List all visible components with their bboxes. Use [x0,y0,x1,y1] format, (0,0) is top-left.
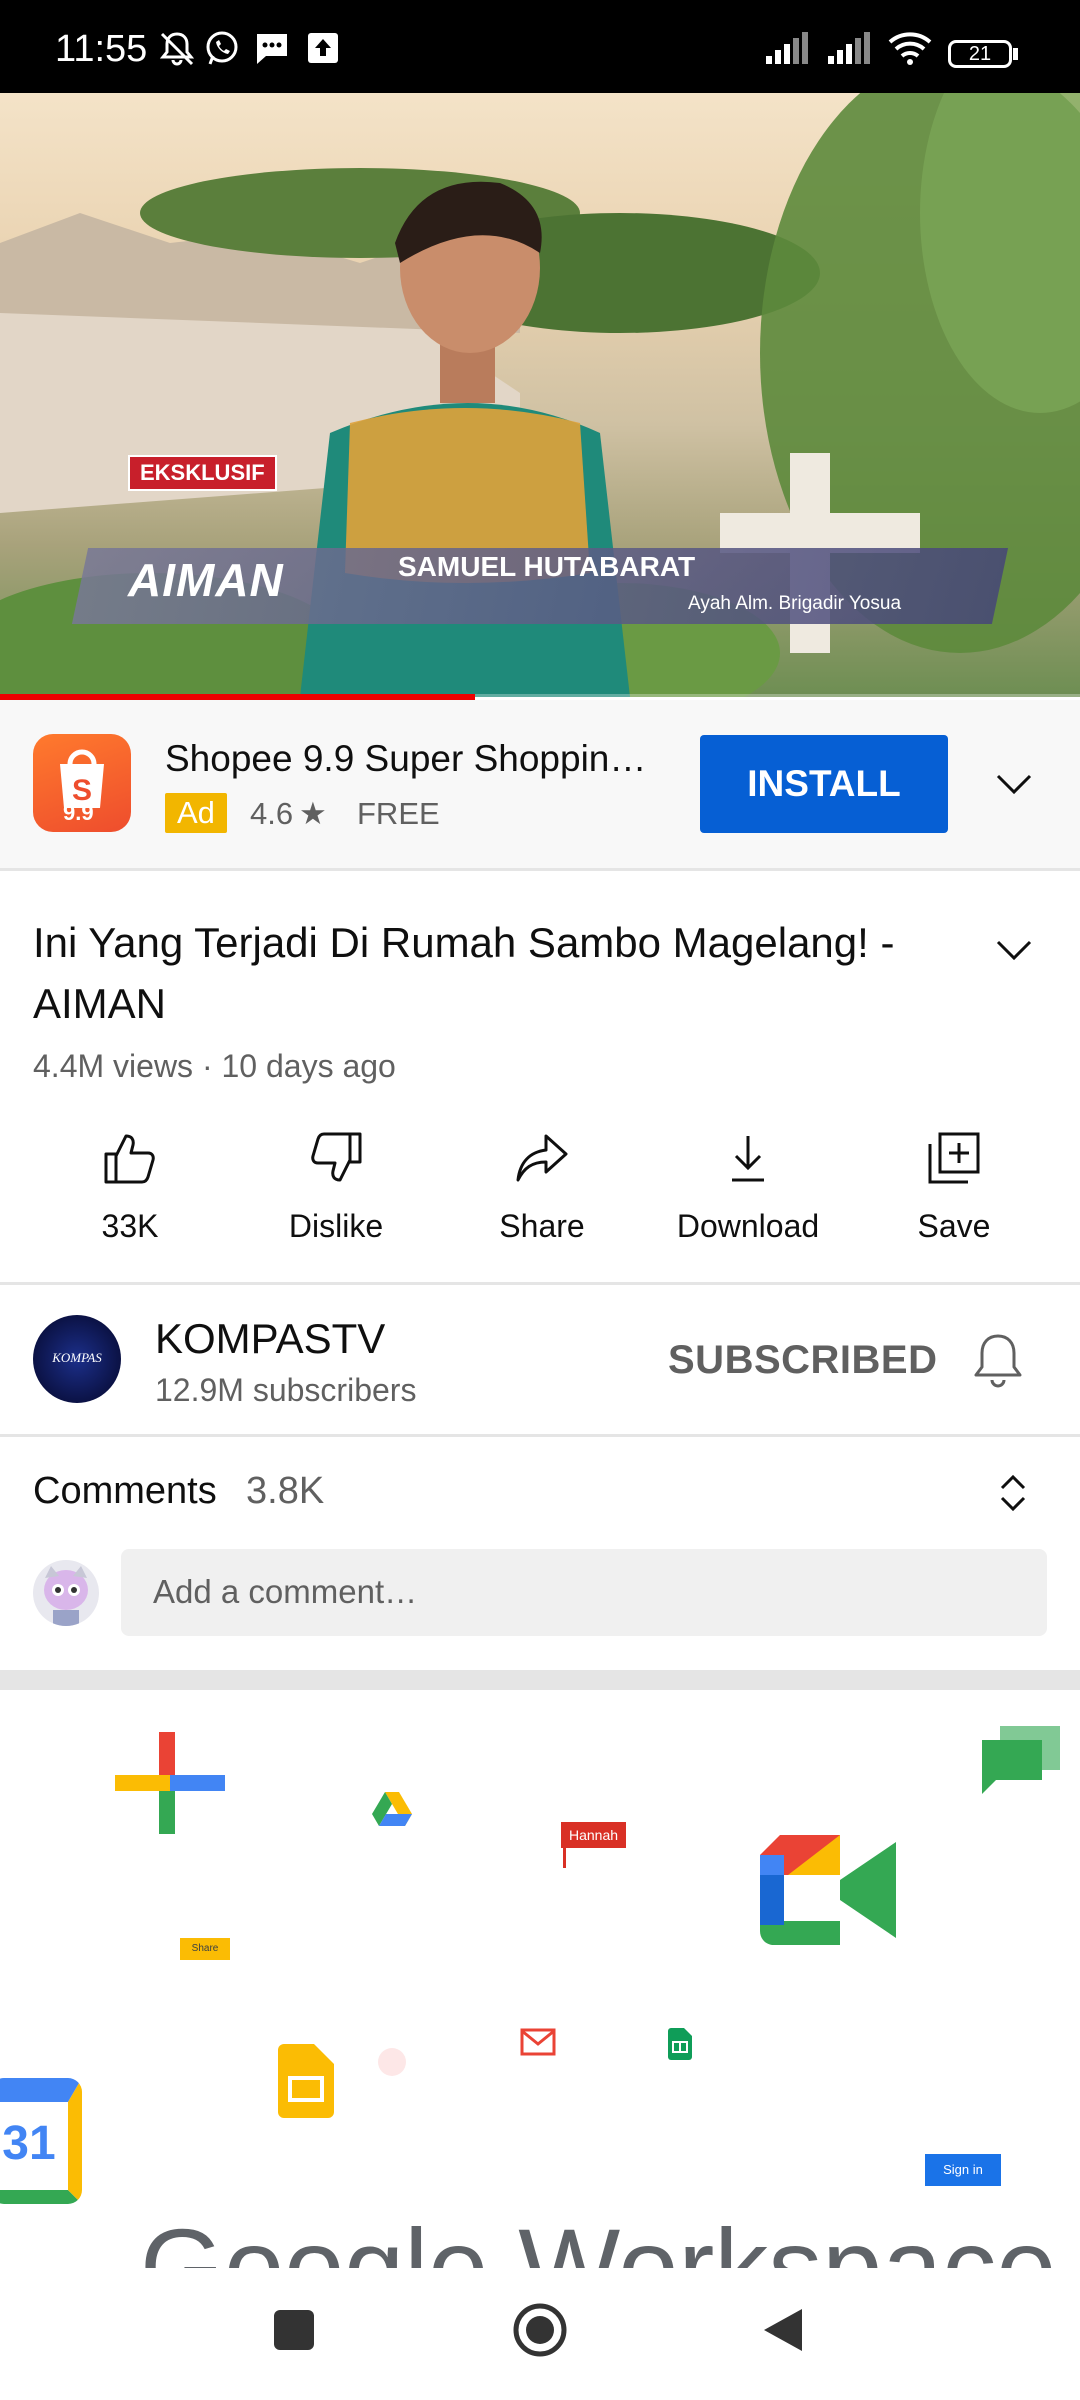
home-button[interactable] [512,2302,568,2358]
chat-name-chip: Hannah [561,1822,626,1848]
google-chat-icon [982,1726,1060,1794]
tasks-dot-icon [378,2048,406,2076]
meta-separator: · [193,1048,222,1084]
share-chip: Share [180,1938,230,1960]
whatsapp-icon [206,31,238,65]
video-player[interactable]: EKSKLUSIF AIMAN SAMUEL HUTABARAT Ayah Al… [0,93,1080,697]
wifi-icon [888,32,932,65]
thumbs-down-icon [311,1132,362,1182]
battery-level: 21 [968,43,992,65]
ad-rating: 4.6 [250,796,294,831]
save-label: Save [917,1208,991,1244]
recents-button[interactable] [274,2310,314,2350]
subscribed-button[interactable]: SUBSCRIBED [668,1338,937,1383]
battery-icon: 21 [948,40,1012,68]
home-icon [513,2303,567,2357]
ad-badge: Ad [165,793,227,833]
video-meta: 4.4M views · 10 days ago [33,1048,396,1085]
workspace-wordmark: Google Workspace [140,2213,1056,2268]
status-time: 11:55 [55,28,148,70]
subscriber-count: 12.9M subscribers [155,1372,417,1408]
user-avatar [33,1560,99,1626]
bell-icon[interactable] [970,1330,1026,1390]
navigation-bar [0,2268,1080,2400]
section-separator [0,1670,1080,1690]
add-to-playlist-icon [928,1132,980,1184]
dislike-label: Dislike [288,1208,384,1244]
dislike-button[interactable]: Dislike [236,1130,436,1245]
gmail-icon [520,2028,556,2056]
status-bar: 11:55 21 [0,0,1080,93]
comments-count: 3.8K [246,1470,325,1512]
like-count: 33K [101,1208,159,1244]
google-plus-icon [115,1732,225,1834]
download-label: Download [676,1208,820,1244]
message-icon [257,34,287,64]
signal-1-icon [766,32,808,64]
back-button[interactable] [760,2306,806,2354]
thumbs-up-icon [104,1134,155,1184]
channel-avatar-text: KOMPAS [52,1350,102,1365]
lower-third-caption: Ayah Alm. Brigadir Yosua [688,593,902,614]
share-button[interactable]: Share [442,1130,642,1245]
app-icon-label: 9.9 [63,800,94,825]
upload-icon [308,33,338,63]
like-button[interactable]: 33K [30,1130,230,1245]
share-label: Share [499,1208,585,1244]
star-icon: ★ [299,796,327,831]
mute-icon [159,32,195,66]
ad-price: FREE [357,796,440,831]
share-icon [516,1134,568,1182]
expand-comments-icon[interactable] [998,1472,1028,1514]
add-comment-input[interactable]: Add a comment… [121,1549,1047,1636]
google-calendar-icon: 31 [0,2078,82,2204]
divider [0,1282,1080,1285]
ad-title[interactable]: Shopee 9.9 Super Shoppin… [165,738,646,780]
divider [0,1434,1080,1437]
expand-description-icon[interactable] [996,938,1032,962]
google-slides-icon [278,2044,334,2118]
google-meet-icon [760,1835,896,1945]
shopee-app-icon[interactable]: S 9.9 [33,734,131,832]
comments-label[interactable]: Comments [33,1470,217,1513]
back-icon [764,2309,802,2351]
exclusive-tag: EKSKLUSIF [128,455,277,491]
video-title[interactable]: Ini Yang Terjadi Di Rumah Sambo Magelang… [33,912,933,1034]
channel-name[interactable]: KOMPASTV [155,1315,385,1363]
google-drive-icon [372,1792,412,1826]
chevron-down-icon[interactable] [996,772,1032,796]
divider [0,868,1080,871]
view-count: 4.4M views [33,1048,194,1084]
signal-2-icon [828,32,870,64]
download-button[interactable]: Download [648,1130,848,1245]
workspace-banner[interactable]: Hannah Share 31 Sign in Google Workspace [0,1690,1080,2268]
calendar-day: 31 [2,2117,56,2170]
install-button[interactable]: INSTALL [700,735,948,833]
lower-third-name: SAMUEL HUTABARAT [398,551,696,582]
google-sheets-icon [668,2028,692,2060]
upload-age: 10 days ago [221,1048,396,1084]
battery-tip [1013,48,1018,60]
chat-chip-stem [563,1848,566,1868]
show-logo: AIMAN [128,554,284,606]
save-button[interactable]: Save [854,1130,1054,1245]
download-icon [732,1136,764,1182]
channel-avatar[interactable]: KOMPAS [33,1315,121,1403]
sign-in-chip: Sign in [925,2154,1001,2186]
